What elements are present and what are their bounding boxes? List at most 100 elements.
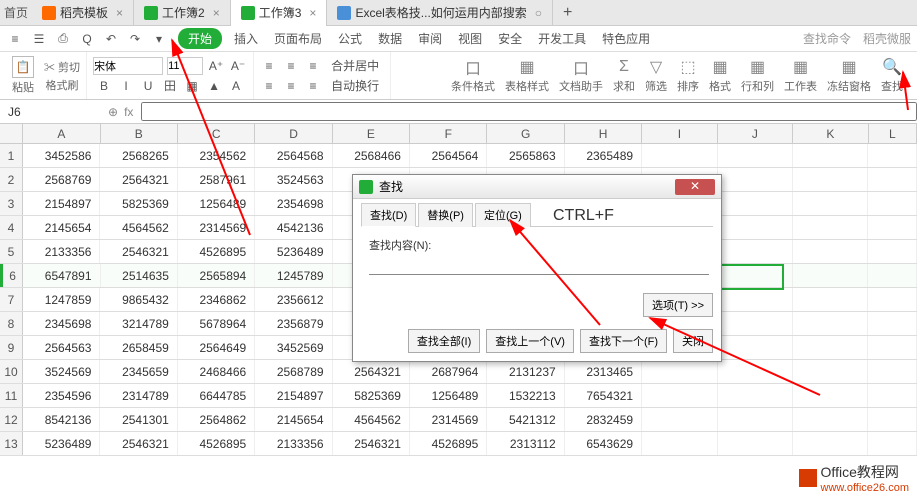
cell[interactable] <box>642 360 717 383</box>
home-tab[interactable]: 首页 <box>0 4 32 21</box>
cell[interactable] <box>718 432 793 455</box>
freeze-button[interactable]: ▦冻结窗格 <box>827 58 871 94</box>
dropdown-icon[interactable]: ▾ <box>150 30 168 48</box>
tab-find[interactable]: 查找(D) <box>361 203 416 227</box>
cell[interactable] <box>718 408 793 431</box>
cell[interactable] <box>868 264 917 287</box>
cell[interactable]: 2564321 <box>333 360 410 383</box>
cell[interactable] <box>718 216 793 239</box>
cell[interactable]: 2154897 <box>255 384 332 407</box>
row-header[interactable]: 8 <box>0 312 23 335</box>
row-header[interactable]: 5 <box>0 240 23 263</box>
cell[interactable] <box>868 408 917 431</box>
cell[interactable]: 2314569 <box>410 408 487 431</box>
cell[interactable] <box>718 144 793 167</box>
cell[interactable]: 2345659 <box>100 360 177 383</box>
cell[interactable]: 2356879 <box>255 312 332 335</box>
cell[interactable]: 2145654 <box>255 408 332 431</box>
cell[interactable]: 1256489 <box>178 192 255 215</box>
cell[interactable]: 2468466 <box>178 360 255 383</box>
merge-button[interactable]: 合并居中 <box>326 57 384 75</box>
cell[interactable] <box>718 384 793 407</box>
close-button[interactable]: 关闭 <box>673 329 713 353</box>
find-all-button[interactable]: 查找全部(I) <box>408 329 480 353</box>
row-header[interactable]: 4 <box>0 216 23 239</box>
find-input[interactable] <box>369 257 709 275</box>
cell[interactable]: 2365489 <box>565 144 642 167</box>
cell[interactable]: 2564321 <box>100 168 177 191</box>
cell[interactable]: 2133356 <box>255 432 332 455</box>
size-select[interactable] <box>167 57 203 75</box>
cell[interactable]: 2154897 <box>23 192 100 215</box>
select-all-corner[interactable] <box>0 124 23 143</box>
menu-review[interactable]: 审阅 <box>414 28 446 49</box>
dialog-titlebar[interactable]: 查找 ✕ <box>353 175 721 199</box>
cell[interactable] <box>642 384 717 407</box>
cell[interactable]: 5825369 <box>333 384 410 407</box>
cell[interactable] <box>717 264 792 287</box>
cut-button[interactable]: ✂ 剪切 <box>44 59 80 75</box>
row-header[interactable]: 7 <box>0 288 23 311</box>
table-row[interactable]: 1352364892546321452689521333562546321452… <box>0 432 917 456</box>
cell[interactable]: 4542136 <box>255 216 332 239</box>
align-top-icon[interactable]: ≡ <box>260 77 278 95</box>
row-header[interactable]: 12 <box>0 408 23 431</box>
sum-button[interactable]: Σ求和 <box>613 58 635 94</box>
cell[interactable]: 2587961 <box>178 168 255 191</box>
row-header[interactable]: 1 <box>0 144 23 167</box>
cell[interactable]: 1247859 <box>23 288 100 311</box>
cell[interactable]: 2687964 <box>410 360 487 383</box>
cell[interactable] <box>868 312 917 335</box>
cell[interactable]: 2133356 <box>23 240 100 263</box>
col-header[interactable]: K <box>793 124 868 143</box>
cell[interactable]: 2568789 <box>255 360 332 383</box>
cell[interactable]: 4564562 <box>333 408 410 431</box>
cell[interactable] <box>793 384 868 407</box>
print-icon[interactable]: ⎙ <box>54 30 72 48</box>
cond-format-button[interactable]: 口条件格式 <box>451 58 495 94</box>
row-header[interactable]: 13 <box>0 432 23 455</box>
cell[interactable]: 4526895 <box>178 432 255 455</box>
col-header[interactable]: I <box>642 124 717 143</box>
cell[interactable]: 2568265 <box>100 144 177 167</box>
row-col-button[interactable]: ▦行和列 <box>741 58 774 94</box>
find-next-button[interactable]: 查找下一个(F) <box>580 329 667 353</box>
cell[interactable] <box>793 360 868 383</box>
cell[interactable] <box>718 192 793 215</box>
doc-assist-button[interactable]: 口文档助手 <box>559 58 603 94</box>
wrap-button[interactable]: 自动换行 <box>326 77 384 95</box>
row-header[interactable]: 11 <box>0 384 23 407</box>
cell[interactable]: 2832459 <box>565 408 642 431</box>
find-button[interactable]: 🔍查找 <box>881 58 903 94</box>
cell[interactable] <box>868 360 917 383</box>
cell[interactable]: 2314569 <box>178 216 255 239</box>
menu-dev[interactable]: 开发工具 <box>534 28 590 49</box>
cell[interactable]: 1532213 <box>487 384 564 407</box>
menu-icon[interactable]: ≡ <box>6 30 24 48</box>
bold-button[interactable]: B <box>95 77 113 95</box>
fx-icon[interactable]: fx <box>124 105 133 119</box>
cell[interactable]: 4526895 <box>178 240 255 263</box>
cell[interactable] <box>868 336 917 359</box>
tab-templates[interactable]: 稻壳模板× <box>32 0 134 26</box>
cell[interactable]: 2564568 <box>255 144 332 167</box>
menu-view[interactable]: 视图 <box>454 28 486 49</box>
cell[interactable]: 5236489 <box>23 432 100 455</box>
cell[interactable] <box>868 168 917 191</box>
border-button[interactable]: 田 <box>161 77 179 95</box>
align-center-icon[interactable]: ≡ <box>282 57 300 75</box>
cell[interactable]: 2658459 <box>100 336 177 359</box>
new-tab-button[interactable]: + <box>553 4 582 22</box>
preview-icon[interactable]: Q <box>78 30 96 48</box>
help-link[interactable]: 稻壳微服 <box>863 30 911 47</box>
sort-button[interactable]: ⬚排序 <box>677 58 699 94</box>
cell[interactable] <box>642 408 717 431</box>
font-select[interactable] <box>93 57 163 75</box>
format-button[interactable]: ▦格式 <box>709 58 731 94</box>
cell[interactable] <box>718 312 793 335</box>
cell[interactable]: 2564862 <box>178 408 255 431</box>
table-row[interactable]: 1123545962314789664478521548975825369125… <box>0 384 917 408</box>
find-dialog[interactable]: 查找 ✕ 查找(D) 替换(P) 定位(G) CTRL+F 查找内容(N): 选… <box>352 174 722 362</box>
cell[interactable]: 5678964 <box>178 312 255 335</box>
find-prev-button[interactable]: 查找上一个(V) <box>486 329 574 353</box>
